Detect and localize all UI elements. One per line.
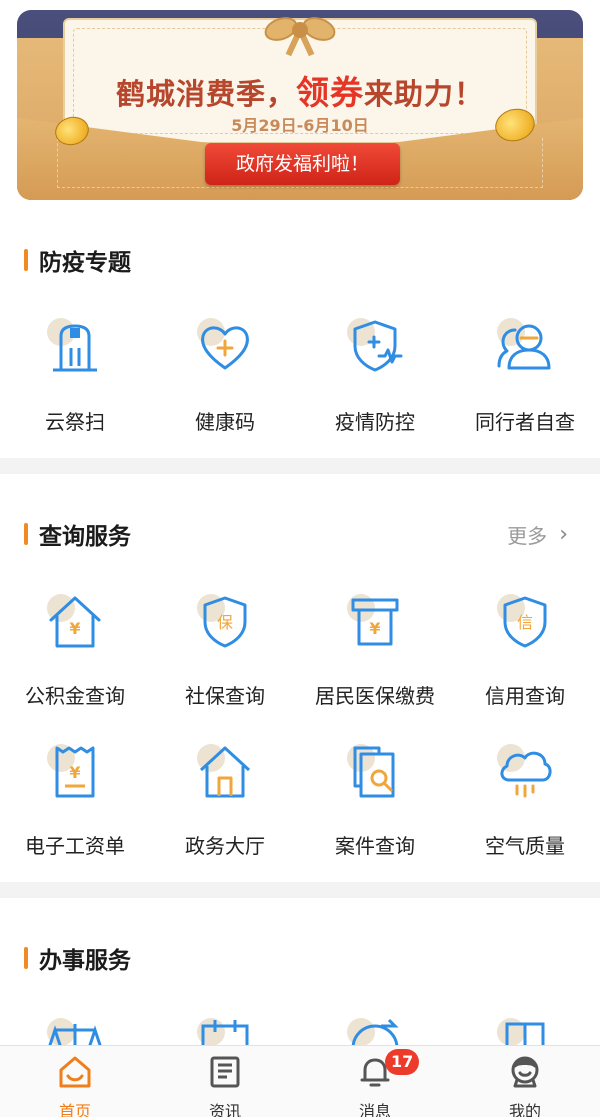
banner-headline: 鹤城消费季，领券来助力！ bbox=[115, 73, 485, 112]
grid-item-epidemic-control[interactable]: 疫情防控 bbox=[300, 316, 450, 434]
gov-benefit-button[interactable]: 政府发福利啦！ bbox=[205, 143, 400, 185]
grid-item-label: 案件查询 bbox=[335, 834, 415, 858]
atm-yuan-icon: ¥ bbox=[345, 592, 405, 652]
grid-item-case-query[interactable]: 案件查询 bbox=[300, 742, 450, 858]
grid-item-calendar[interactable] bbox=[150, 1016, 300, 1045]
grid-item-label: 公积金查询 bbox=[25, 684, 125, 708]
nav-mine[interactable]: 我的 bbox=[450, 1046, 600, 1117]
grid-item-label: 健康码 bbox=[195, 410, 255, 434]
grid-item-label: 居民医保缴费 bbox=[315, 684, 435, 708]
svg-text:信: 信 bbox=[517, 613, 533, 632]
banner-area: 鹤城消费季，领券来助力！ 5月29日-6月10日 政府发福利啦！ bbox=[0, 0, 600, 208]
grid-item-gov-hall[interactable]: 政务大厅 bbox=[150, 742, 300, 858]
nav-label: 消息 bbox=[358, 1102, 391, 1117]
grid-item-label: 社保查询 bbox=[185, 684, 265, 708]
svg-text:¥: ¥ bbox=[369, 619, 380, 638]
nav-news[interactable]: 资讯 bbox=[150, 1046, 300, 1117]
section-title: 查询服务 bbox=[24, 520, 131, 550]
grid-item-health-code[interactable]: 健康码 bbox=[150, 316, 300, 434]
grid-item-transfer[interactable] bbox=[300, 1016, 450, 1045]
nav-label: 我的 bbox=[508, 1102, 541, 1117]
grid-item-payslip[interactable]: ¥ 电子工资单 bbox=[0, 742, 150, 858]
svg-text:保: 保 bbox=[217, 613, 233, 632]
grid-item-label: 信用查询 bbox=[485, 684, 565, 708]
transfer-icon bbox=[345, 1016, 405, 1045]
grid-item-scale[interactable] bbox=[0, 1016, 150, 1045]
receipt-yuan-icon: ¥ bbox=[45, 742, 105, 802]
affairs-section: 办事服务 bbox=[0, 898, 600, 1045]
cloud-rain-icon bbox=[495, 742, 555, 802]
document-search-icon bbox=[345, 742, 405, 802]
heart-plus-icon bbox=[195, 316, 255, 376]
grid-item-medical-insurance[interactable]: ¥ 居民医保缴费 bbox=[300, 592, 450, 708]
grid-item-label: 云祭扫 bbox=[45, 410, 105, 434]
shield-xin-icon: 信 bbox=[495, 592, 555, 652]
bottom-nav: 首页 资讯 消息 17 我的 bbox=[0, 1045, 600, 1117]
grid-item-air-quality[interactable]: 空气质量 bbox=[450, 742, 600, 858]
message-count-badge: 17 bbox=[385, 1049, 420, 1075]
people-icon bbox=[495, 316, 555, 376]
svg-text:¥: ¥ bbox=[69, 763, 80, 782]
house-yuan-icon: ¥ bbox=[45, 592, 105, 652]
shield-bao-icon: 保 bbox=[195, 592, 255, 652]
nav-label: 首页 bbox=[58, 1102, 91, 1117]
epidemic-section: 防疫专题 云祭扫 健康码 疫情防控 同行者自查 bbox=[0, 208, 600, 458]
ribbon-bow-icon bbox=[261, 12, 339, 57]
memorial-icon bbox=[45, 316, 105, 376]
shield-medical-icon bbox=[345, 316, 405, 376]
section-title: 防疫专题 bbox=[24, 246, 131, 276]
nav-messages[interactable]: 消息 bbox=[300, 1046, 450, 1117]
scale-icon bbox=[45, 1016, 105, 1045]
grid-item-housing-fund[interactable]: ¥ 公积金查询 bbox=[0, 592, 150, 708]
grid-item-label: 疫情防控 bbox=[335, 410, 415, 434]
news-icon bbox=[207, 1054, 243, 1090]
grid-item-cloud-memorial[interactable]: 云祭扫 bbox=[0, 316, 150, 434]
query-section: 查询服务 更多 › ¥ 公积金查询 保 社保查询 ¥ 居民医保缴费 信 信用查询… bbox=[0, 474, 600, 882]
grid-item-label: 政务大厅 bbox=[185, 834, 265, 858]
promo-banner[interactable]: 鹤城消费季，领券来助力！ 5月29日-6月10日 政府发福利啦！ bbox=[17, 10, 583, 200]
nav-label: 资讯 bbox=[208, 1102, 241, 1117]
user-icon bbox=[507, 1054, 543, 1090]
chevron-right-icon: › bbox=[559, 522, 568, 547]
grid-item-companion-check[interactable]: 同行者自查 bbox=[450, 316, 600, 434]
nav-home[interactable]: 首页 bbox=[0, 1046, 150, 1117]
grid-item-label: 空气质量 bbox=[485, 834, 565, 858]
grid-item-social-security[interactable]: 保 社保查询 bbox=[150, 592, 300, 708]
more-link[interactable]: 更多 › bbox=[507, 520, 568, 549]
grid-item-credit-query[interactable]: 信 信用查询 bbox=[450, 592, 600, 708]
grid-item-door[interactable] bbox=[450, 1016, 600, 1045]
section-title: 办事服务 bbox=[24, 944, 131, 974]
svg-text:¥: ¥ bbox=[69, 619, 80, 638]
grid-item-label: 同行者自查 bbox=[475, 410, 575, 434]
hall-icon bbox=[195, 742, 255, 802]
grid-item-label: 电子工资单 bbox=[25, 834, 125, 858]
door-icon bbox=[495, 1016, 555, 1045]
home-icon bbox=[57, 1054, 93, 1090]
calendar-icon bbox=[195, 1016, 255, 1045]
